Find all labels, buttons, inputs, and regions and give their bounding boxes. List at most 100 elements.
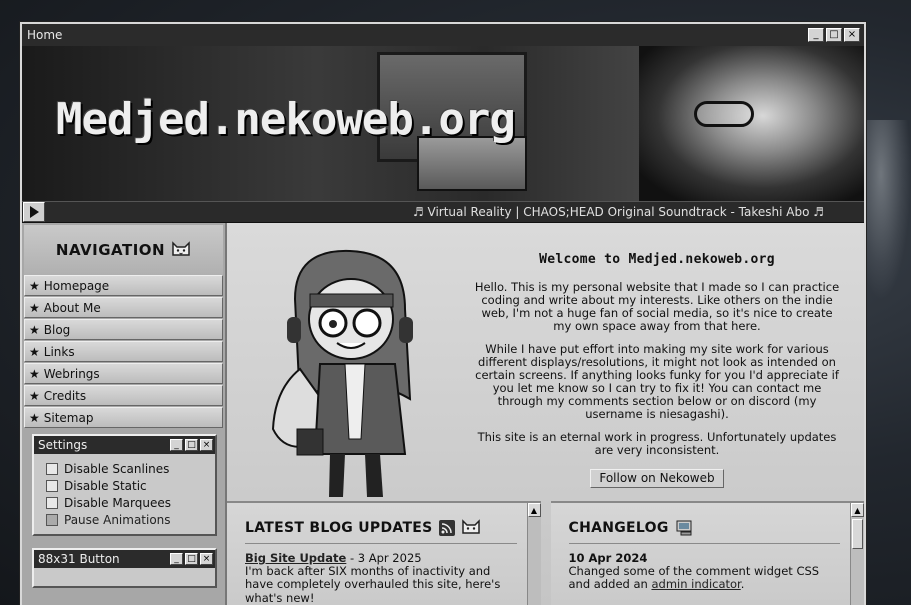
star-icon: ★ xyxy=(29,410,40,425)
cat-icon xyxy=(461,519,480,534)
sidebar-item-label: Sitemap xyxy=(43,410,94,425)
button-88x31-titlebar[interactable]: 88x31 Button _ □ × xyxy=(34,550,215,568)
blog-entry-date: - 3 Apr 2025 xyxy=(346,551,422,565)
sidebar-item-label: About Me xyxy=(43,300,101,315)
sidebar-item-label: Credits xyxy=(43,388,87,403)
admin-indicator-link[interactable]: admin indicator xyxy=(651,577,740,591)
rss-icon[interactable] xyxy=(438,520,455,536)
sidebar: NAVIGATION ★ Homepage ★ About Me ★ Blog ★ Li… xyxy=(22,223,227,605)
close-button[interactable]: × xyxy=(200,553,213,565)
minimize-button[interactable]: _ xyxy=(808,28,824,42)
main-content: Welcome to Medjed.nekoweb.org Hello. Thi… xyxy=(227,223,864,605)
disable-marquees-option[interactable]: Disable Marquees xyxy=(46,494,207,511)
disable-scanlines-option[interactable]: Disable Scanlines xyxy=(46,460,207,477)
sidebar-item-links[interactable]: ★ Links xyxy=(24,341,223,362)
mascot-character-image xyxy=(271,249,413,497)
star-icon: ★ xyxy=(29,366,40,381)
welcome-paragraph: While I have put effort into making my s… xyxy=(475,341,839,421)
content-area: NAVIGATION ★ Homepage ★ About Me ★ Blog ★ Li… xyxy=(22,223,864,605)
maximize-button[interactable]: □ xyxy=(826,28,842,42)
welcome-section: Welcome to Medjed.nekoweb.org Hello. Thi… xyxy=(227,223,864,501)
sidebar-item-label: Links xyxy=(43,344,75,359)
settings-window-controls: _ □ × xyxy=(170,439,213,451)
changelog-entry-date: 10 Apr 2024 xyxy=(568,551,648,565)
minimize-button[interactable]: _ xyxy=(170,439,183,451)
star-icon: ★ xyxy=(29,344,40,359)
blog-entry: Big Site Update - 3 Apr 2025 I'm back af… xyxy=(245,551,517,605)
option-label: Disable Static xyxy=(64,478,147,493)
cat-icon xyxy=(172,241,190,256)
play-icon xyxy=(29,206,39,218)
blog-entry-title[interactable]: Big Site Update xyxy=(245,551,346,565)
blog-updates-panel: LATEST BLOG UPDATES Big Site Update - 3 … xyxy=(227,501,541,605)
site-logo: Medjed.nekoweb.org xyxy=(56,94,516,145)
settings-title: Settings xyxy=(38,438,88,452)
computer-icon xyxy=(676,520,692,536)
button-window-controls: _ □ × xyxy=(170,553,213,565)
sidebar-item-sitemap[interactable]: ★ Sitemap xyxy=(24,407,223,428)
music-player-bar: ♬ Virtual Reality | CHAOS;HEAD Original … xyxy=(22,201,864,223)
option-label: Pause Animations xyxy=(64,512,171,527)
disable-static-option[interactable]: Disable Static xyxy=(46,477,207,494)
navigation-heading-label: NAVIGATION xyxy=(55,241,166,259)
checkbox[interactable] xyxy=(46,513,58,526)
banner-glasses-image xyxy=(694,101,754,127)
minimize-button[interactable]: _ xyxy=(170,553,183,565)
star-icon: ★ xyxy=(29,278,40,293)
settings-window: Settings _ □ × Disable Scanlines Disable… xyxy=(32,434,217,536)
scroll-up-button[interactable]: ▲ xyxy=(527,503,541,517)
follow-on-nekoweb-button[interactable]: Follow on Nekoweb xyxy=(590,468,724,489)
changelog-entry: 10 Apr 2024 Changed some of the comment … xyxy=(568,551,841,592)
button-88x31-window: 88x31 Button _ □ × xyxy=(32,548,217,588)
scroll-thumb[interactable] xyxy=(852,519,863,549)
checkbox[interactable] xyxy=(46,462,58,475)
changelog-scrollbar[interactable]: ▲ xyxy=(850,503,864,605)
welcome-paragraph: This site is an eternal work in progress… xyxy=(477,429,837,457)
sidebar-item-credits[interactable]: ★ Credits xyxy=(24,385,223,406)
scroll-up-button[interactable]: ▲ xyxy=(851,503,864,517)
blog-updates-heading-label: LATEST BLOG UPDATES xyxy=(245,520,433,536)
window-titlebar[interactable]: Home _ □ × xyxy=(22,24,864,46)
close-button[interactable]: × xyxy=(844,28,860,42)
changelog-entry-end: . xyxy=(740,577,745,592)
star-icon: ★ xyxy=(29,322,40,337)
star-icon: ★ xyxy=(29,388,40,403)
close-button[interactable]: × xyxy=(200,439,213,451)
welcome-title: Welcome to Medjed.nekoweb.org xyxy=(539,252,775,267)
option-label: Disable Scanlines xyxy=(64,461,170,476)
sidebar-item-about-me[interactable]: ★ About Me xyxy=(24,297,223,318)
header-banner: Medjed.nekoweb.org xyxy=(22,46,864,201)
blog-scrollbar[interactable]: ▲ xyxy=(526,503,541,605)
button-88x31-title: 88x31 Button xyxy=(38,552,120,566)
main-window: Home _ □ × Medjed.nekoweb.org ♬ Virtual … xyxy=(20,22,866,605)
settings-body: Disable Scanlines Disable Static Disable… xyxy=(34,454,215,534)
pause-animations-option[interactable]: Pause Animations xyxy=(46,511,207,528)
changelog-heading: CHANGELOG xyxy=(568,519,840,544)
sidebar-item-label: Homepage xyxy=(43,278,110,293)
sidebar-item-label: Webrings xyxy=(43,366,100,381)
checkbox[interactable] xyxy=(46,496,58,509)
window-title: Home xyxy=(27,28,63,42)
maximize-button[interactable]: □ xyxy=(185,439,198,451)
sidebar-item-blog[interactable]: ★ Blog xyxy=(24,319,223,340)
welcome-paragraph: Hello. This is my personal website that … xyxy=(474,279,840,333)
sidebar-item-webrings[interactable]: ★ Webrings xyxy=(24,363,223,384)
navigation-heading: NAVIGATION xyxy=(24,225,223,275)
banner-character-image xyxy=(639,46,864,201)
sidebar-item-homepage[interactable]: ★ Homepage xyxy=(24,275,223,296)
settings-titlebar[interactable]: Settings _ □ × xyxy=(34,436,215,454)
blog-entry-text: I'm back after SIX months of inactivity … xyxy=(245,564,501,605)
sidebar-item-label: Blog xyxy=(43,322,71,337)
checkbox[interactable] xyxy=(46,479,58,492)
option-label: Disable Marquees xyxy=(64,495,171,510)
play-button[interactable] xyxy=(23,202,45,222)
changelog-heading-label: CHANGELOG xyxy=(568,520,669,536)
star-icon: ★ xyxy=(29,300,40,315)
maximize-button[interactable]: □ xyxy=(185,553,198,565)
now-playing-marquee: ♬ Virtual Reality | CHAOS;HEAD Original … xyxy=(412,205,824,219)
bottom-panels: LATEST BLOG UPDATES Big Site Update - 3 … xyxy=(227,501,864,605)
window-controls: _ □ × xyxy=(808,28,860,42)
blog-updates-heading: LATEST BLOG UPDATES xyxy=(245,519,517,544)
welcome-text: Welcome to Medjed.nekoweb.org Hello. Thi… xyxy=(471,252,843,489)
changelog-panel: CHANGELOG 10 Apr 2024 Changed some of th… xyxy=(550,501,864,605)
